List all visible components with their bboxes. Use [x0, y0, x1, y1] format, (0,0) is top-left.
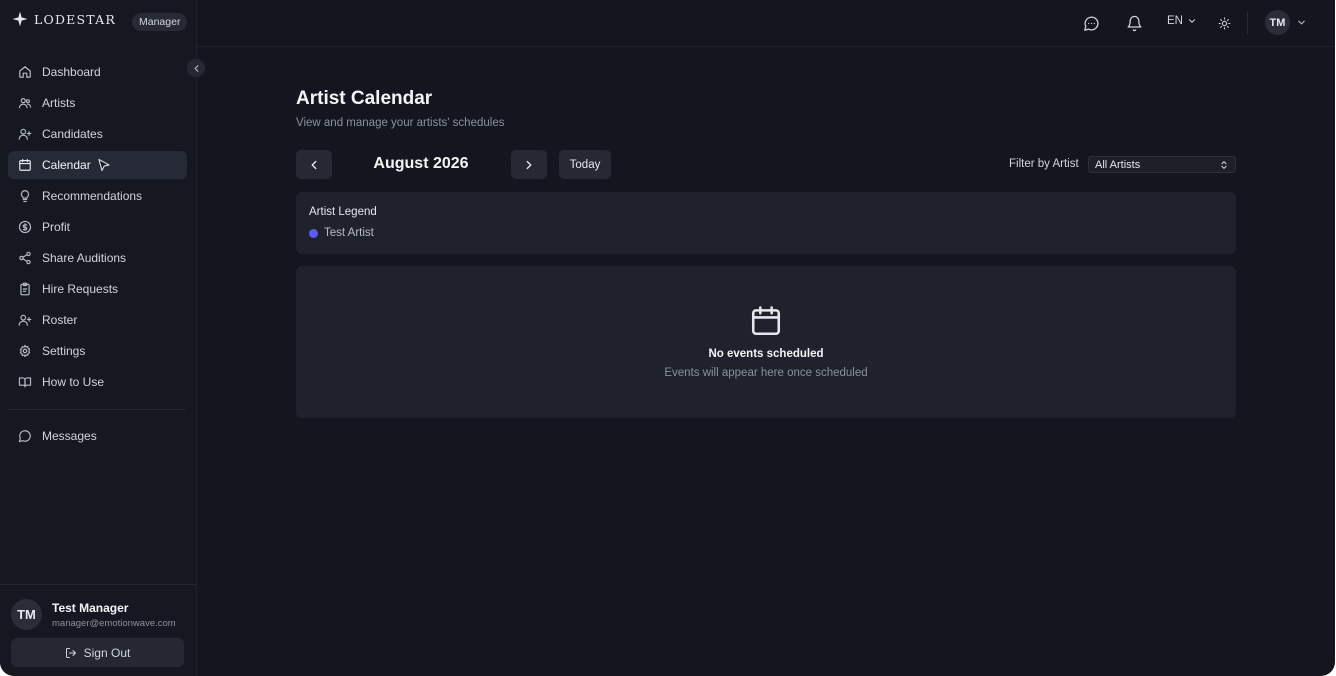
sidebar-item-artists[interactable]: Artists	[8, 89, 187, 117]
sidebar-item-messages[interactable]: Messages	[8, 422, 187, 450]
language-label: EN	[1167, 15, 1183, 27]
current-month-label: August 2026	[373, 155, 469, 172]
sidebar-footer: TM Test Manager manager@emotionwave.com …	[0, 584, 197, 676]
bell-icon	[1126, 15, 1142, 31]
share-icon	[19, 251, 31, 265]
sidebar-item-label: Calendar	[42, 158, 91, 172]
message-icon	[18, 430, 31, 443]
sidebar-nav: Dashboard Artists Candidates Calendar Re…	[8, 58, 187, 453]
sidebar-item-label: Hire Requests	[42, 282, 119, 296]
legend-title: Artist Legend	[309, 206, 377, 218]
mouse-cursor-icon	[97, 158, 111, 172]
sidebar-item-label: Settings	[42, 344, 86, 358]
sidebar-item-how-to-use[interactable]: How to Use	[8, 368, 187, 396]
sidebar-item-settings[interactable]: Settings	[8, 337, 187, 365]
legend-artist-name: Test Artist	[324, 227, 374, 239]
home-icon	[19, 66, 31, 78]
artist-color-dot	[309, 228, 318, 238]
sidebar-item-calendar[interactable]: Calendar	[8, 151, 187, 179]
sidebar-item-profit[interactable]: Profit	[8, 213, 187, 241]
app-window: LODESTAR Manager Dashboard Artists Candi…	[0, 0, 1335, 676]
artists-icon	[18, 98, 32, 109]
logout-icon	[65, 647, 76, 658]
user-menu-button[interactable]: TM	[1265, 10, 1307, 35]
sidebar-item-label: Dashboard	[42, 65, 101, 79]
user-profile[interactable]: TM Test Manager manager@emotionwave.com	[11, 599, 176, 630]
next-month-button[interactable]	[511, 150, 547, 179]
language-selector[interactable]: EN	[1167, 15, 1197, 27]
events-empty-state: No events scheduled Events will appear h…	[296, 266, 1236, 418]
page-subtitle: View and manage your artists' schedules	[296, 117, 505, 129]
empty-state-title: No events scheduled	[708, 348, 824, 360]
sidebar: LODESTAR Manager Dashboard Artists Candi…	[0, 0, 197, 676]
top-bar: EN TM	[197, 0, 1335, 47]
role-badge: Manager	[132, 13, 188, 31]
sidebar-item-label: Recommendations	[42, 189, 143, 203]
chevron-up-down-icon	[1221, 160, 1227, 169]
sidebar-item-label: How to Use	[42, 375, 105, 389]
sidebar-item-hire-requests[interactable]: Hire Requests	[8, 275, 187, 303]
brand-logo[interactable]: LODESTAR	[12, 11, 116, 27]
sidebar-item-label: Profit	[42, 220, 71, 234]
sign-out-button[interactable]: Sign Out	[11, 638, 184, 667]
sidebar-collapse-button[interactable]	[187, 59, 205, 77]
sidebar-item-dashboard[interactable]: Dashboard	[8, 58, 187, 86]
star-icon	[12, 11, 28, 27]
user-name: Test Manager	[52, 600, 129, 615]
chevron-left-icon	[311, 160, 317, 169]
previous-month-button[interactable]	[296, 150, 332, 179]
user-plus-icon	[18, 314, 32, 326]
clipboard-icon	[20, 282, 30, 296]
chevron-right-icon	[526, 160, 532, 169]
empty-state-subtitle: Events will appear here once scheduled	[664, 367, 868, 379]
filter-selected-value: All Artists	[1095, 158, 1141, 171]
message-icon	[1083, 16, 1098, 31]
nav-divider	[8, 409, 186, 410]
artist-legend-card: Artist Legend Test Artist	[296, 192, 1236, 254]
user-plus-icon	[18, 128, 32, 140]
chevron-left-icon	[194, 64, 198, 72]
page-title: Artist Calendar	[296, 88, 433, 109]
sidebar-item-share-auditions[interactable]: Share Auditions	[8, 244, 187, 272]
chevron-down-icon	[1188, 19, 1196, 23]
sidebar-item-label: Roster	[42, 313, 78, 327]
sidebar-item-label: Artists	[42, 96, 76, 110]
gear-icon	[19, 344, 31, 358]
dollar-icon	[18, 220, 32, 234]
sidebar-item-label: Share Auditions	[42, 251, 127, 265]
sun-icon	[1218, 17, 1230, 29]
chevron-down-icon	[1298, 20, 1305, 25]
calendar-icon	[19, 158, 31, 171]
sidebar-item-roster[interactable]: Roster	[8, 306, 187, 334]
legend-item: Test Artist	[309, 227, 374, 239]
calendar-icon	[749, 304, 783, 338]
theme-toggle-button[interactable]	[1215, 14, 1233, 32]
sidebar-item-label: Messages	[42, 429, 97, 443]
book-icon	[18, 377, 32, 388]
today-button[interactable]: Today	[559, 150, 611, 179]
sidebar-item-candidates[interactable]: Candidates	[8, 120, 187, 148]
filter-label: Filter by Artist	[1009, 158, 1079, 170]
notifications-button[interactable]	[1125, 14, 1143, 32]
lightbulb-icon	[20, 190, 30, 203]
user-email: manager@emotionwave.com	[52, 617, 176, 629]
sidebar-item-label: Candidates	[42, 127, 103, 141]
sign-out-label: Sign Out	[83, 645, 131, 660]
header-divider	[1247, 12, 1248, 34]
avatar: TM	[11, 599, 42, 630]
sidebar-item-recommendations[interactable]: Recommendations	[8, 182, 187, 210]
brand-name: LODESTAR	[34, 11, 116, 27]
artist-filter-select[interactable]: All Artists	[1088, 156, 1236, 173]
messages-button[interactable]	[1082, 14, 1100, 32]
avatar: TM	[1265, 10, 1290, 35]
